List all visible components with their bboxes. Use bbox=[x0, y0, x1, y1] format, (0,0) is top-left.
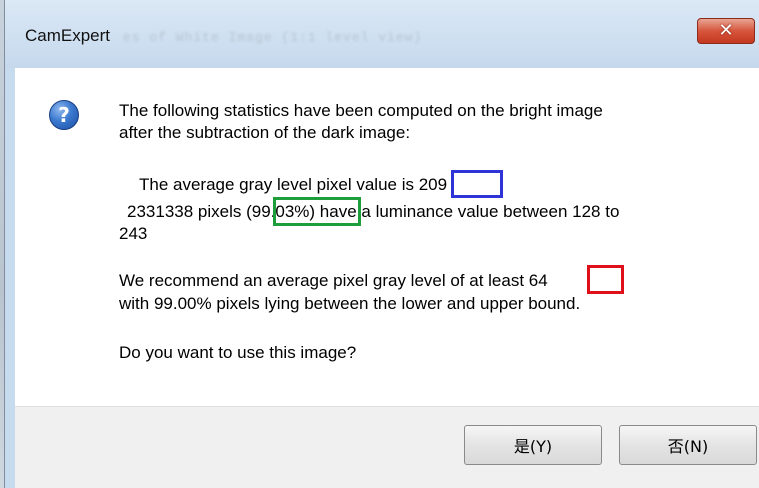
message-intro-line1: The following statistics have been compu… bbox=[119, 101, 603, 120]
average-value-highlight bbox=[451, 170, 503, 198]
screen: CamExpert es of White Image (1:1 level v… bbox=[0, 0, 759, 488]
pixel-count: 2331338 pixels bbox=[127, 202, 247, 221]
no-button[interactable]: 否(N) bbox=[619, 425, 757, 465]
recommend-value: 64 bbox=[528, 271, 548, 290]
close-button[interactable]: ✕ bbox=[697, 18, 755, 44]
yes-button[interactable]: 是(Y) bbox=[464, 425, 602, 465]
title-bar[interactable]: CamExpert es of White Image (1:1 level v… bbox=[5, 0, 759, 68]
background-window-title: es of White Image (1:1 level view) bbox=[123, 30, 423, 45]
percent-highlight bbox=[273, 197, 361, 226]
recommend-line2: with 99.00% pixels lying between the low… bbox=[119, 294, 581, 313]
pixel-count-line: 2331338 pixels (99.03%) have a luminance… bbox=[127, 201, 619, 223]
recommend-line1: We recommend an average pixel gray level… bbox=[119, 270, 548, 292]
luminance-upper-bound: 243 bbox=[119, 224, 148, 243]
use-image-question: Do you want to use this image? bbox=[119, 343, 357, 362]
recommend-label: We recommend an average pixel gray level… bbox=[119, 271, 529, 290]
camexpert-dialog: CamExpert es of White Image (1:1 level v… bbox=[4, 0, 759, 488]
button-bar: 是(Y) 否(N) bbox=[15, 406, 759, 488]
average-gray-value: 209 bbox=[418, 175, 448, 194]
question-icon: ? bbox=[49, 100, 79, 130]
close-icon: ✕ bbox=[718, 20, 734, 41]
window-title: CamExpert bbox=[25, 26, 111, 45]
average-gray-label: The average gray level pixel value is bbox=[139, 175, 419, 194]
message-intro-line2: after the subtraction of the dark image: bbox=[119, 123, 411, 142]
average-gray-line: The average gray level pixel value is 20… bbox=[139, 174, 447, 196]
recommend-value-highlight bbox=[587, 265, 624, 294]
